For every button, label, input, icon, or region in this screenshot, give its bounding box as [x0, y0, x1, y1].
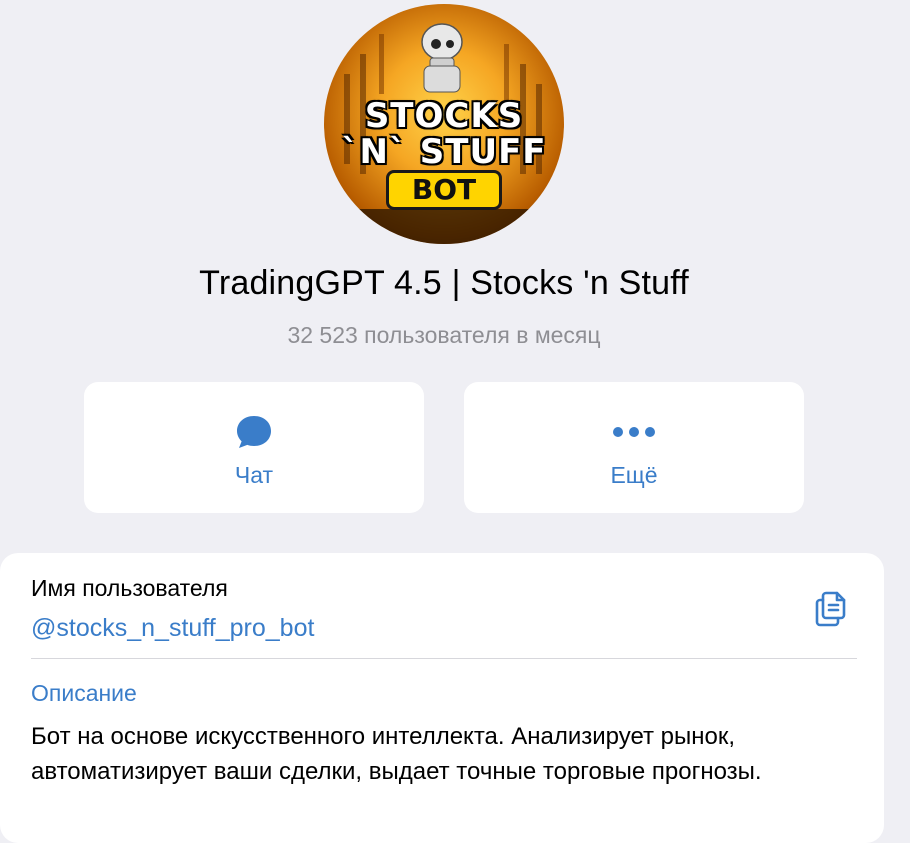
username-link[interactable]: @stocks_n_stuff_pro_bot — [31, 614, 314, 643]
more-button-label: Ещё — [610, 462, 658, 488]
description-label: Описание — [31, 680, 137, 706]
chat-bubble-icon — [84, 414, 424, 450]
chat-button[interactable]: Чат — [84, 382, 424, 513]
avatar-text-n-stuff: `N` STUFF — [341, 132, 547, 172]
username-label: Имя пользователя — [31, 575, 228, 601]
bot-info-card: Имя пользователя @stocks_n_stuff_pro_bot… — [0, 553, 884, 843]
avatar-text-stocks: STOCKS — [364, 96, 524, 136]
card-divider — [31, 658, 857, 659]
bot-title: TradingGPT 4.5 | Stocks 'n Stuff — [199, 264, 689, 302]
more-button[interactable]: Ещё — [464, 382, 804, 513]
monthly-users-count: 32 523 пользователя в месяц — [287, 322, 601, 348]
copy-icon[interactable] — [812, 587, 854, 629]
chat-button-label: Чат — [234, 462, 274, 488]
bot-avatar[interactable]: STOCKS `N` STUFF BOT — [324, 4, 564, 244]
more-dots-icon — [464, 414, 804, 450]
avatar-bot-badge: BOT — [386, 170, 502, 210]
description-text: Бот на основе искусственного интеллекта.… — [31, 723, 762, 785]
